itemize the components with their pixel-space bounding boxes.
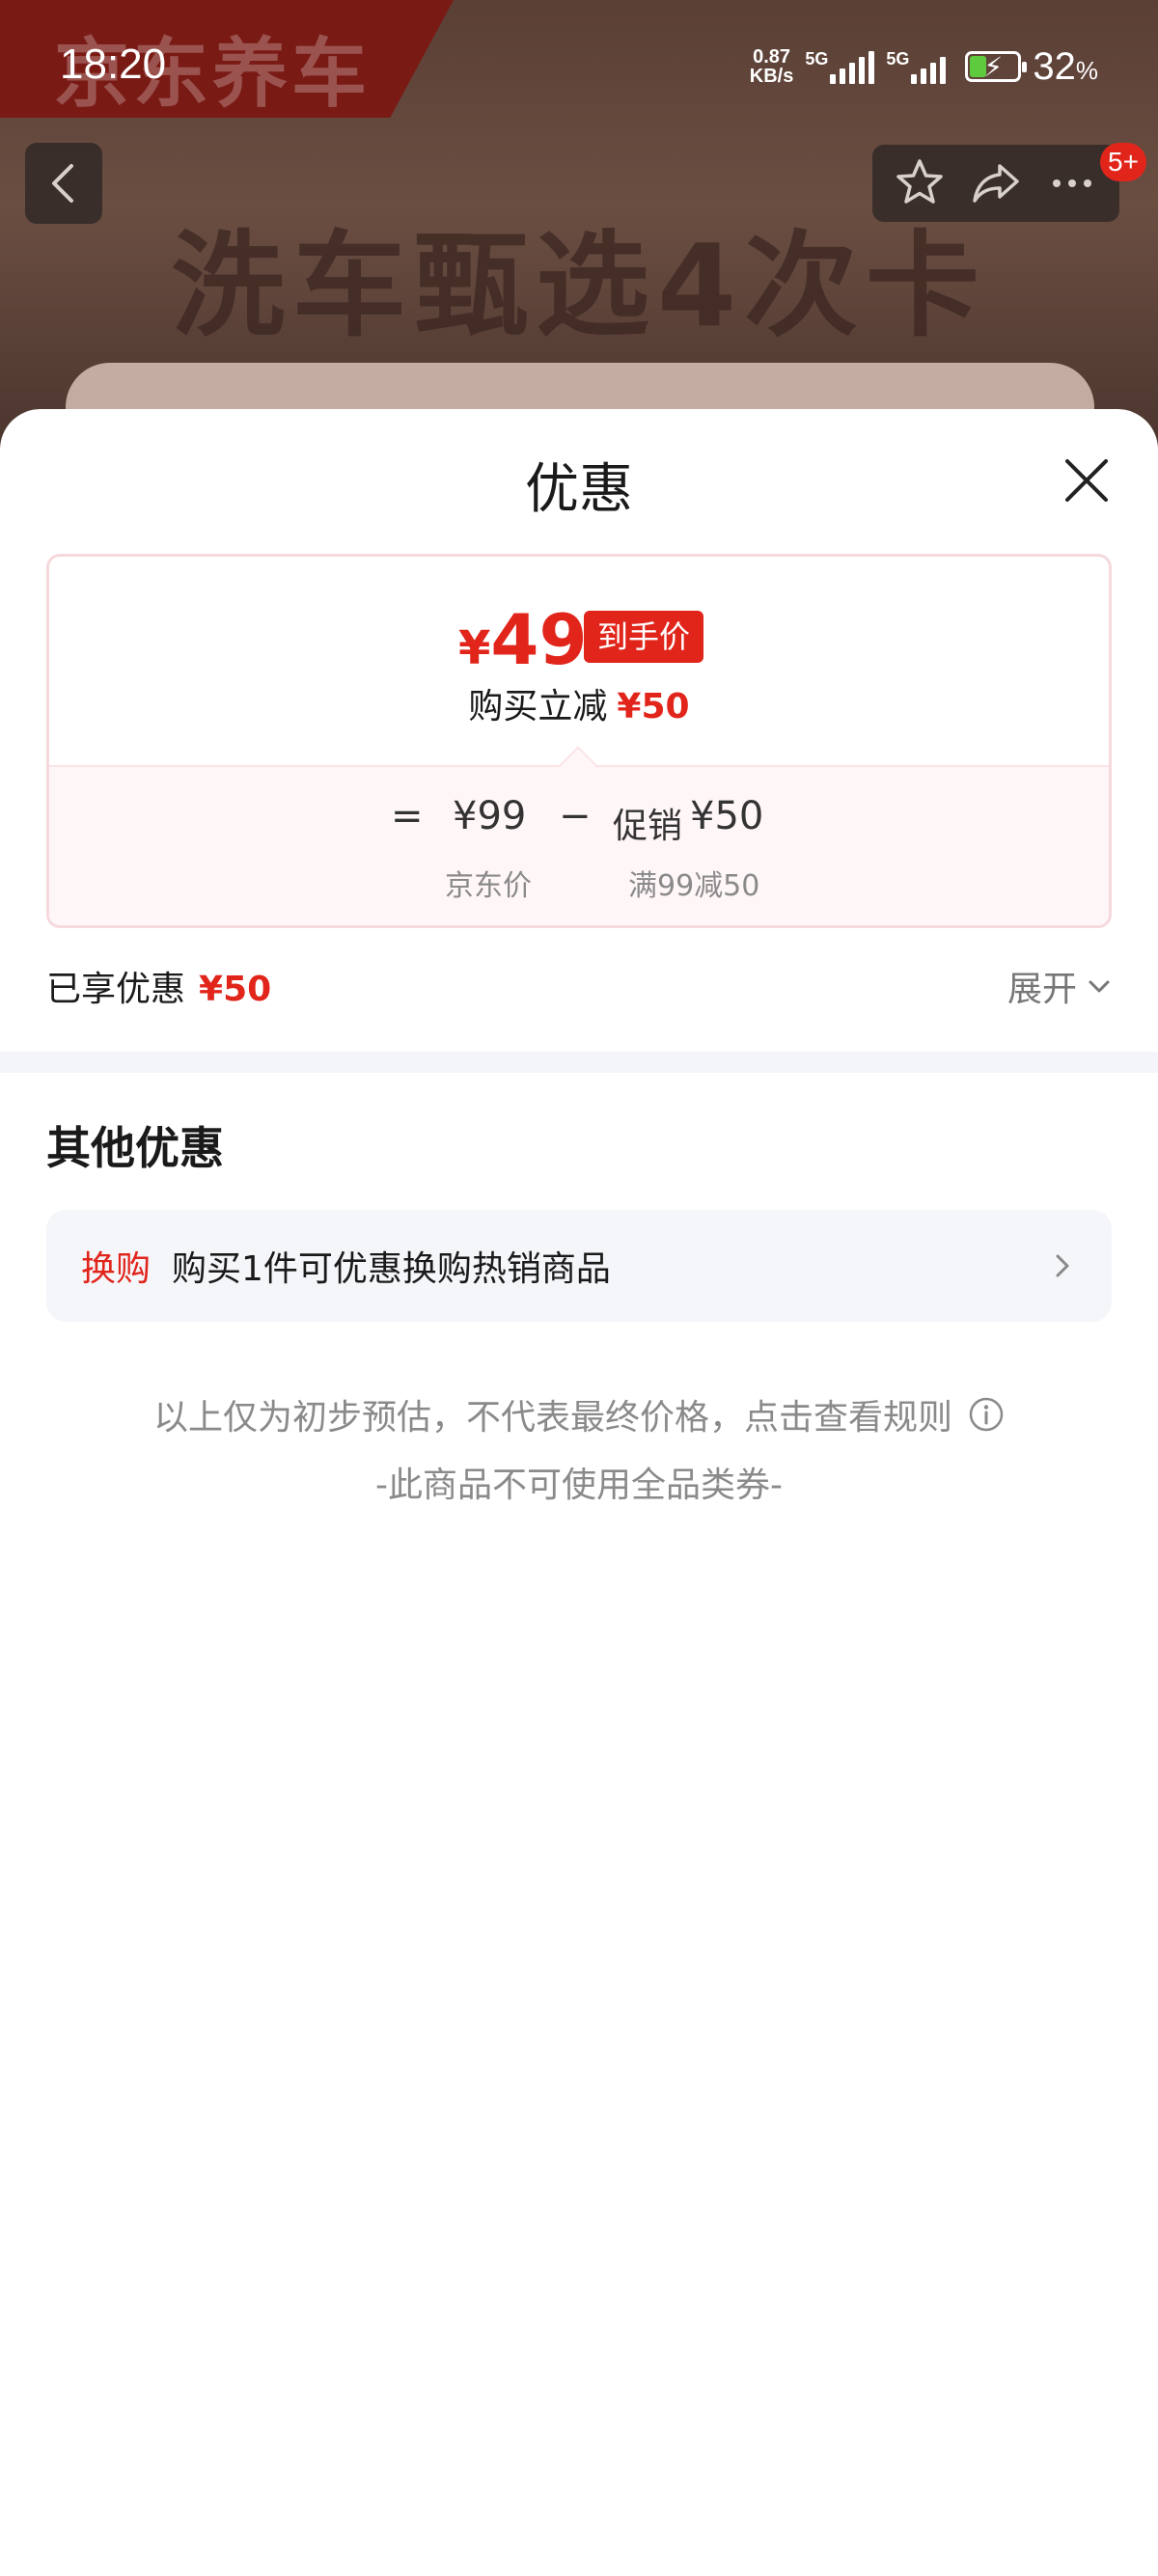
enjoyed-label: 已享优惠 bbox=[46, 970, 186, 1009]
favorite-button[interactable] bbox=[889, 152, 951, 214]
disclaimer-text: 以上仅为初步预估，不代表最终价格，点击查看规则 bbox=[152, 1398, 952, 1438]
close-icon bbox=[1065, 459, 1108, 502]
expand-button[interactable]: 展开 bbox=[1007, 961, 1112, 1011]
reduce-amount: ¥50 bbox=[617, 687, 690, 726]
expand-label: 展开 bbox=[1006, 970, 1077, 1009]
final-price-tag: 到手价 bbox=[584, 611, 704, 663]
battery-percent: 32% bbox=[1033, 44, 1098, 88]
enjoyed-discount: 已享优惠 ¥50 bbox=[46, 961, 271, 1011]
enjoyed-amount: ¥50 bbox=[199, 970, 272, 1009]
signal-label: 5G bbox=[886, 49, 910, 69]
other-discounts-title: 其他优惠 bbox=[46, 1122, 224, 1174]
final-price-value: 49 bbox=[490, 599, 588, 680]
status-time: 18:20 bbox=[60, 41, 167, 88]
swap-tag: 换购 bbox=[81, 1249, 152, 1289]
promo-label: 促销 bbox=[613, 807, 683, 846]
price-breakdown-lower bbox=[49, 765, 1109, 925]
swap-text: 购买1件可优惠换购热销商品 bbox=[172, 1249, 611, 1289]
swap-purchase-row[interactable]: 换购 购买1件可优惠换购热销商品 bbox=[46, 1210, 1112, 1322]
discount-sheet: 优惠 ¥ 49 到手价 购买立减 ¥50 = ¥99 − 促销 ¥50 京东价 满… bbox=[0, 409, 1158, 2576]
jd-price-label: 京东价 bbox=[445, 869, 532, 903]
network-speed-value: 0.87 bbox=[753, 46, 791, 68]
final-price: ¥ 49 bbox=[458, 599, 588, 680]
equals-sign: = bbox=[391, 794, 424, 838]
share-icon bbox=[973, 164, 1019, 203]
reduce-line: 购买立减 ¥50 bbox=[49, 678, 1109, 728]
message-badge: 5+ bbox=[1100, 143, 1146, 181]
status-bar: 18:20 0.87 KB/s 5G 5G ⚡ 32% bbox=[0, 0, 1158, 131]
nav-actions bbox=[872, 145, 1119, 222]
more-icon bbox=[1052, 179, 1091, 187]
star-icon bbox=[896, 159, 944, 204]
minus-sign: − bbox=[559, 794, 592, 838]
info-icon bbox=[969, 1397, 1004, 1432]
signal-label: 5G bbox=[805, 49, 829, 69]
close-button[interactable] bbox=[1058, 452, 1116, 509]
price-rules-link[interactable]: 以上仅为初步预估，不代表最终价格，点击查看规则 bbox=[0, 1389, 1158, 1439]
share-button[interactable] bbox=[965, 152, 1027, 214]
chevron-right-icon bbox=[1048, 1251, 1077, 1280]
battery-icon: ⚡ bbox=[965, 51, 1028, 83]
section-divider bbox=[0, 1052, 1158, 1073]
price-breakdown-card: ¥ 49 到手价 购买立减 ¥50 = ¥99 − 促销 ¥50 京东价 满99减… bbox=[46, 554, 1112, 928]
status-indicators: 0.87 KB/s 5G 5G ⚡ 32% bbox=[750, 42, 1098, 91]
network-speed: 0.87 KB/s bbox=[750, 47, 794, 86]
chevron-left-icon bbox=[52, 164, 73, 203]
signal-icon: 5G bbox=[886, 49, 947, 84]
currency-symbol: ¥ bbox=[458, 621, 491, 675]
more-button[interactable] bbox=[1041, 152, 1103, 214]
promo-rule: 满99减50 bbox=[628, 869, 760, 903]
reduce-label: 购买立减 bbox=[468, 687, 608, 726]
back-button[interactable] bbox=[25, 143, 102, 224]
network-speed-unit: KB/s bbox=[749, 66, 794, 87]
signal-icon: 5G bbox=[805, 49, 875, 84]
no-coupon-note: -此商品不可使用全品类券- bbox=[375, 1466, 783, 1505]
promo-amount: ¥50 bbox=[690, 794, 764, 838]
jd-price: ¥99 bbox=[453, 794, 527, 838]
sheet-title: 优惠 bbox=[525, 458, 633, 521]
chevron-down-icon bbox=[1089, 980, 1110, 993]
charging-icon: ⚡ bbox=[983, 51, 1004, 83]
